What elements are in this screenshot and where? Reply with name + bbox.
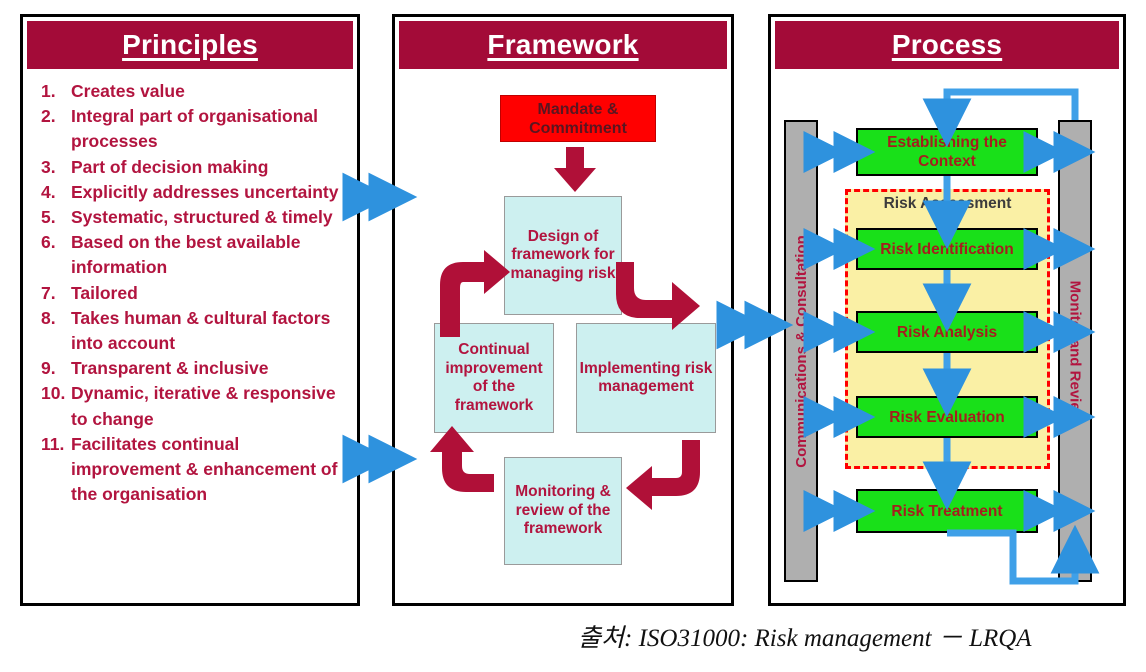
list-item: 7. Tailored — [37, 281, 351, 306]
list-item-number: 7. — [41, 282, 56, 303]
list-item: 5. Systematic, structured & timely — [37, 205, 351, 230]
list-item-label: Based on the best available information — [71, 232, 301, 278]
communications-bar-label: Communications & Consultation — [792, 234, 810, 468]
principles-list: 1. Creates value 2. Integral part of org… — [37, 79, 351, 507]
list-item-number: 1. — [41, 81, 56, 101]
principles-panel: Principles 1. Creates value 2. Integral … — [20, 14, 360, 606]
process-header: Process — [775, 21, 1119, 69]
list-item: 4. Explicitly addresses uncertainty — [37, 180, 351, 205]
list-item: 10. Dynamic, iterative & responsive to c… — [37, 381, 351, 431]
list-item-number: 3. — [41, 156, 56, 177]
list-item-label: Systematic, structured & timely — [71, 207, 333, 228]
establishing-the-context-box: Establishing the Context — [856, 128, 1038, 176]
implementing-risk-management-box: Implementing risk management — [576, 323, 716, 433]
principles-header: Principles — [27, 21, 353, 69]
risk-treatment-box: Risk Treatment — [856, 489, 1038, 533]
list-item-label: Explicitly addresses uncertainty — [71, 181, 339, 202]
monitor-and-review-bar: Monitor and Review — [1058, 120, 1092, 582]
list-item-number: 6. — [41, 232, 56, 253]
list-item-label: Creates value — [71, 81, 185, 101]
list-item: 9. Transparent & inclusive — [37, 356, 351, 381]
list-item: 3. Part of decision making — [37, 155, 351, 180]
list-item-label: Tailored — [71, 282, 138, 303]
list-item-label: Transparent & inclusive — [71, 358, 269, 379]
list-item-number: 4. — [41, 181, 56, 202]
risk-analysis-box: Risk Analysis — [856, 311, 1038, 353]
list-item-label: Dynamic, iterative & responsive to chang… — [71, 383, 336, 429]
source-caption: 출처: ISO31000: Risk management － LRQA — [578, 625, 1032, 652]
list-item: 8. Takes human & cultural factors into a… — [37, 306, 351, 356]
risk-evaluation-box: Risk Evaluation — [856, 396, 1038, 438]
list-item-label: Integral part of organisational processe… — [71, 106, 318, 152]
list-item-number: 5. — [41, 207, 56, 228]
list-item-number: 8. — [41, 307, 56, 328]
list-item-number: 11. — [41, 433, 65, 454]
framework-title: Framework — [487, 29, 639, 60]
list-item: 2. Integral part of organisational proce… — [37, 104, 351, 154]
list-item-label: Facilitates continual improvement & enha… — [71, 433, 338, 505]
process-title: Process — [891, 29, 1003, 60]
list-item-number: 10. — [41, 383, 66, 404]
risk-identification-box: Risk Identification — [856, 228, 1038, 270]
design-of-framework-box: Design of framework for managing risk — [504, 196, 622, 315]
list-item: 6. Based on the best available informati… — [37, 230, 351, 280]
framework-header: Framework — [399, 21, 727, 69]
list-item: 11. Facilitates continual improvement & … — [37, 432, 351, 508]
list-item-number: 9. — [41, 358, 56, 379]
principles-title: Principles — [122, 29, 258, 60]
communications-and-consultation-bar: Communications & Consultation — [784, 120, 818, 582]
continual-improvement-box: Continual improvement of the framework — [434, 323, 554, 433]
list-item-label: Part of decision making — [71, 156, 269, 177]
list-item-label: Takes human & cultural factors into acco… — [71, 307, 331, 354]
monitor-bar-label: Monitor and Review — [1066, 280, 1084, 422]
monitoring-and-review-box: Monitoring & review of the framework — [504, 457, 622, 565]
list-item: 1. Creates value — [37, 79, 351, 104]
mandate-and-commitment-box: Mandate & Commitment — [500, 95, 656, 142]
risk-assessment-label: Risk Assessment — [883, 195, 1012, 212]
list-item-number: 2. — [41, 106, 56, 127]
